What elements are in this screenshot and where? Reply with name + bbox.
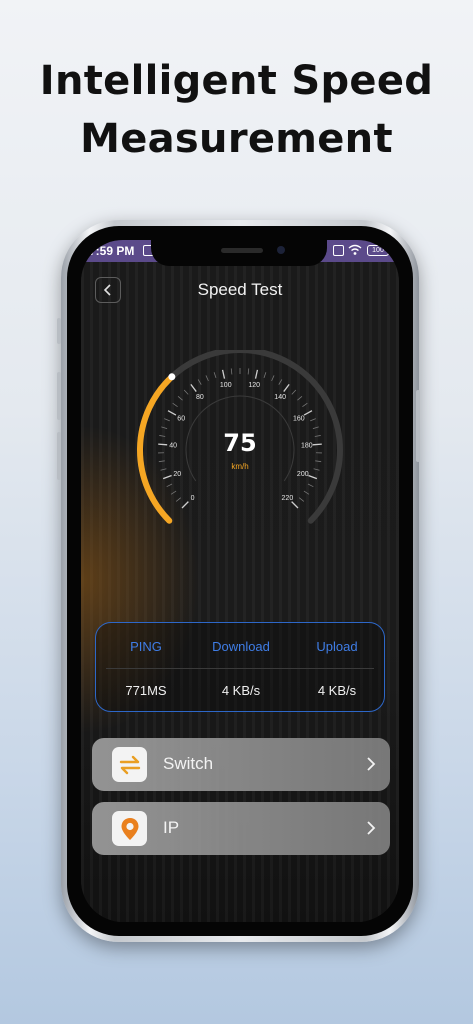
gauge-tick-label: 120 <box>248 382 260 389</box>
switch-row[interactable]: Switch <box>92 738 390 791</box>
camera-notch <box>151 240 327 266</box>
gauge-minor-tick <box>160 468 167 471</box>
side-button-mute <box>57 318 61 344</box>
gauge-minor-tick <box>307 483 314 488</box>
gauge-progress <box>137 373 175 524</box>
gauge-tick-label: 100 <box>220 382 232 389</box>
side-button-volume-up <box>57 372 61 420</box>
headline-line-2: Measurement <box>80 116 393 162</box>
gauge-major-tick <box>283 383 290 392</box>
gauge-minor-tick <box>310 418 316 422</box>
gauge-minor-tick <box>170 490 177 495</box>
speed-unit: km/h <box>231 462 249 471</box>
chevron-right-icon <box>367 757 376 771</box>
gauge-minor-tick <box>175 497 182 502</box>
gauge-minor-tick <box>164 418 170 422</box>
gauge-minor-tick <box>303 490 310 495</box>
ping-label: PING <box>130 639 162 654</box>
download-value: 4 KB/s <box>221 683 261 698</box>
gauge-minor-tick <box>297 395 303 401</box>
gauge-tick-label: 20 <box>173 471 181 478</box>
gauge-major-tick <box>167 410 177 416</box>
gauge-minor-tick <box>177 395 183 401</box>
gauge-major-tick <box>291 501 299 509</box>
gauge-minor-tick <box>278 379 283 385</box>
gauge-minor-tick <box>158 460 165 463</box>
gauge-major-tick <box>312 443 322 446</box>
sim-icon <box>333 245 344 256</box>
gauge-tick-label: 60 <box>177 415 185 422</box>
gauge-minor-tick <box>247 368 250 375</box>
gauge-tick-label: 180 <box>301 443 313 450</box>
gauge-major-tick <box>254 369 259 379</box>
gauge-minor-tick <box>291 389 297 395</box>
ping-value: 771MS <box>125 683 167 698</box>
gauge-major-tick <box>158 443 168 446</box>
gauge-tick-label: 160 <box>293 415 305 422</box>
gauge-major-tick <box>221 369 226 379</box>
earpiece-speaker <box>221 248 263 253</box>
stats-divider <box>106 668 374 669</box>
chevron-right-icon <box>367 821 376 835</box>
gauge-tick-label: 140 <box>274 394 286 401</box>
gauge-minor-tick <box>161 426 168 429</box>
gauge-minor-tick <box>302 402 308 407</box>
swap-arrows-icon <box>112 747 147 782</box>
gauge-minor-tick <box>230 368 233 375</box>
gauge-minor-tick <box>205 375 209 382</box>
location-pin-icon <box>112 811 147 846</box>
battery-icon: 100 <box>367 245 389 256</box>
speed-value: 75 <box>223 429 257 457</box>
front-camera <box>277 246 285 254</box>
gauge-minor-tick <box>271 375 275 382</box>
gauge-minor-tick <box>315 460 322 463</box>
gauge-minor-tick <box>213 372 217 379</box>
gauge-minor-tick <box>312 426 319 429</box>
gauge-minor-tick <box>197 379 202 385</box>
gauge-tick-label: 80 <box>196 394 204 401</box>
gauge-major-tick <box>308 474 318 480</box>
upload-value: 4 KB/s <box>317 683 357 698</box>
gauge-tick-label: 0 <box>191 495 195 502</box>
ip-label: IP <box>163 818 180 837</box>
switch-label: Switch <box>163 754 214 773</box>
upload-label: Upload <box>316 639 358 654</box>
gauge-minor-tick <box>313 468 320 471</box>
gauge-minor-tick <box>314 435 321 437</box>
gauge-minor-tick <box>263 372 267 379</box>
network-stats-card: PING Download Upload 771MS 4 KB/s 4 KB/s <box>95 622 385 712</box>
gauge-major-tick <box>162 474 172 480</box>
gauge-minor-tick <box>172 402 178 407</box>
page-title: Speed Test <box>197 280 283 299</box>
side-button-power <box>416 390 420 462</box>
phone-screen: 7:59 PM 100 Speed Test 0 20 40 60 80 100 120 14… <box>81 240 399 922</box>
gauge-major-tick <box>303 410 313 416</box>
gauge-tick-label: 220 <box>282 495 294 502</box>
download-label: Download <box>212 639 270 654</box>
gauge-minor-tick <box>298 497 305 502</box>
ip-row[interactable]: IP <box>92 802 390 855</box>
gauge-major-tick <box>181 501 189 509</box>
wifi-icon <box>348 244 362 255</box>
side-button-volume-down <box>57 432 61 480</box>
status-time: 7:59 PM <box>89 244 135 258</box>
gauge-tick-label: 40 <box>169 443 177 450</box>
marketing-headline: Intelligent Speed Measurement <box>0 52 473 168</box>
gauge-tick-label: 200 <box>297 471 309 478</box>
gauge-minor-tick <box>159 435 166 437</box>
gauge-minor-tick <box>183 389 189 395</box>
gauge-major-tick <box>190 383 197 392</box>
gauge-minor-tick <box>166 483 173 488</box>
gauge-knob <box>168 373 176 381</box>
headline-line-1: Intelligent Speed <box>39 58 434 104</box>
